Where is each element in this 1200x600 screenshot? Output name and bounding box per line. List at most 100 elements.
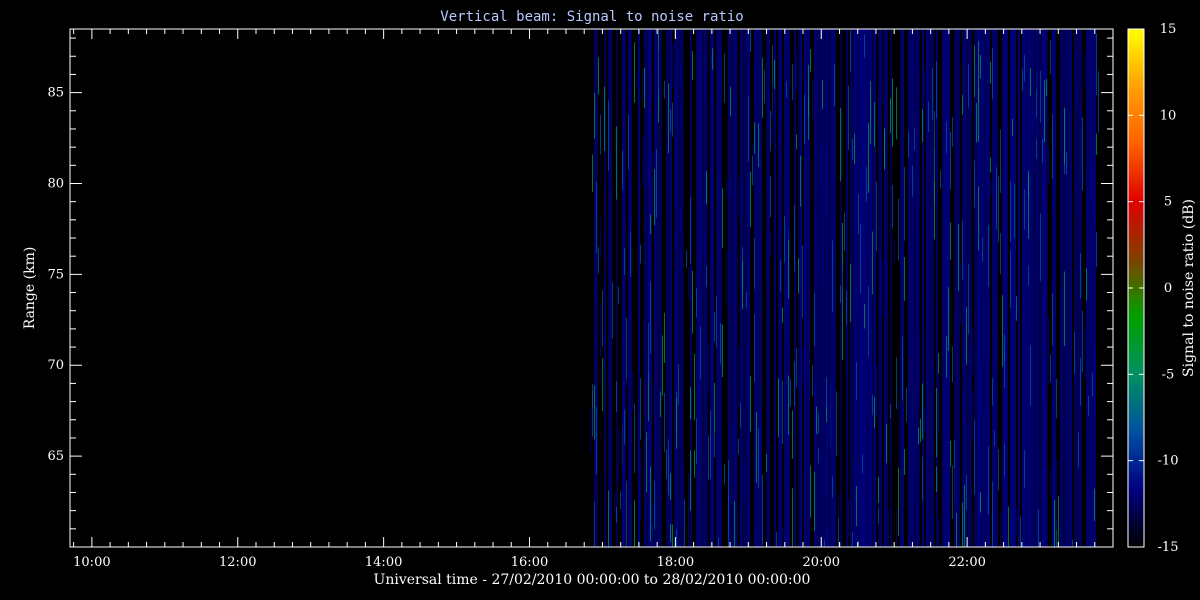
snr-streak bbox=[888, 509, 890, 547]
snr-streak bbox=[1052, 39, 1054, 80]
snr-streak bbox=[812, 365, 814, 397]
snr-column bbox=[1060, 29, 1063, 547]
snr-streak bbox=[972, 389, 974, 443]
snr-column bbox=[636, 29, 639, 547]
snr-column bbox=[924, 29, 927, 547]
snr-streak bbox=[1040, 70, 1042, 123]
snr-column bbox=[732, 29, 735, 547]
snr-streak bbox=[728, 460, 730, 535]
snr-column bbox=[906, 29, 909, 547]
snr-streak bbox=[1024, 55, 1026, 82]
snr-column bbox=[628, 29, 631, 547]
snr-streak bbox=[920, 418, 922, 443]
snr-column bbox=[990, 29, 993, 547]
snr-streak bbox=[616, 506, 618, 523]
snr-streak bbox=[1016, 296, 1018, 320]
snr-streak bbox=[636, 72, 638, 89]
snr-streak bbox=[1018, 218, 1020, 265]
snr-streak bbox=[768, 172, 770, 228]
snr-streak bbox=[994, 430, 996, 447]
snr-streak bbox=[634, 500, 636, 547]
snr-streak bbox=[752, 155, 754, 186]
snr-streak bbox=[1000, 233, 1002, 275]
snr-streak bbox=[958, 223, 960, 292]
snr-streak bbox=[766, 234, 768, 275]
snr-streak bbox=[640, 447, 642, 521]
snr-streak bbox=[854, 133, 856, 165]
snr-streak bbox=[744, 463, 746, 499]
snr-streak bbox=[984, 300, 986, 354]
snr-column bbox=[950, 29, 953, 547]
snr-streak bbox=[648, 322, 650, 382]
snr-streak bbox=[956, 513, 958, 547]
snr-streak bbox=[818, 412, 820, 434]
snr-streak bbox=[978, 40, 980, 103]
snr-streak bbox=[884, 408, 886, 484]
snr-streak bbox=[838, 517, 840, 547]
snr-streak bbox=[828, 402, 830, 447]
snr-streak bbox=[714, 312, 716, 342]
snr-streak bbox=[778, 378, 780, 438]
snr-streak bbox=[878, 477, 880, 503]
snr-streak bbox=[916, 241, 918, 299]
snr-streak bbox=[990, 157, 992, 173]
snr-streak bbox=[904, 167, 906, 241]
snr-streak bbox=[700, 326, 702, 380]
snr-streak bbox=[962, 220, 964, 280]
snr-column bbox=[1096, 29, 1099, 547]
snr-streak bbox=[948, 287, 950, 351]
snr-streak bbox=[674, 77, 676, 131]
snr-streak bbox=[802, 245, 804, 318]
y-tick-label: 80 bbox=[47, 176, 64, 191]
colorbar-tick-label: 10 bbox=[1160, 108, 1177, 123]
snr-streak bbox=[668, 455, 670, 496]
snr-column bbox=[828, 29, 831, 547]
snr-column bbox=[660, 29, 663, 547]
snr-streak bbox=[760, 422, 762, 472]
snr-streak bbox=[1028, 265, 1030, 286]
snr-streak bbox=[1062, 403, 1064, 437]
snr-column bbox=[606, 29, 609, 547]
colorbar-tick-label: -15 bbox=[1158, 540, 1179, 555]
snr-column bbox=[774, 29, 777, 547]
snr-streak bbox=[1064, 107, 1066, 165]
snr-streak bbox=[736, 538, 738, 547]
snr-column bbox=[1008, 29, 1011, 547]
snr-streak bbox=[898, 467, 900, 536]
snr-column bbox=[656, 29, 659, 547]
snr-column bbox=[1002, 29, 1005, 547]
snr-streak bbox=[776, 531, 778, 547]
snr-streak bbox=[756, 526, 758, 547]
snr-streak bbox=[1050, 354, 1052, 383]
snr-column bbox=[966, 29, 969, 547]
snr-streak bbox=[796, 49, 798, 92]
snr-streak bbox=[710, 410, 712, 479]
snr-streak bbox=[738, 348, 740, 409]
snr-streak bbox=[822, 79, 824, 110]
snr-column bbox=[632, 29, 635, 547]
snr-streak bbox=[648, 239, 650, 285]
snr-streak bbox=[780, 260, 782, 292]
snr-streak bbox=[772, 84, 774, 144]
snr-streak bbox=[954, 315, 956, 350]
snr-streak bbox=[1042, 359, 1044, 407]
snr-streak bbox=[912, 165, 914, 197]
snr-streak bbox=[966, 474, 968, 511]
snr-streak bbox=[1072, 539, 1074, 547]
snr-column bbox=[1084, 29, 1087, 547]
snr-streak bbox=[880, 252, 882, 303]
snr-streak bbox=[770, 175, 772, 218]
snr-streak bbox=[992, 377, 994, 406]
snr-streak bbox=[704, 56, 706, 101]
snr-streak bbox=[964, 484, 966, 547]
snr-streak bbox=[666, 450, 668, 480]
snr-column bbox=[918, 29, 921, 547]
snr-streak bbox=[782, 380, 784, 445]
snr-column bbox=[814, 29, 817, 547]
snr-column bbox=[964, 29, 967, 547]
snr-streak bbox=[1076, 87, 1078, 108]
snr-streak bbox=[656, 148, 658, 218]
snr-streak bbox=[600, 304, 602, 357]
snr-streak bbox=[594, 92, 596, 139]
snr-streak bbox=[602, 357, 604, 412]
